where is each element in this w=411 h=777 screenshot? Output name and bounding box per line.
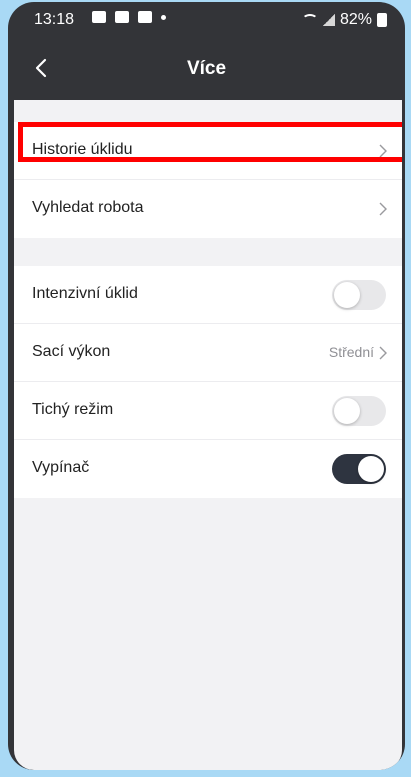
highlight-box xyxy=(18,122,402,162)
battery-percent: 82% xyxy=(339,11,372,28)
quiet-mode-row: Tichý režim xyxy=(14,382,402,440)
find-robot-row[interactable]: Vyhledat robota xyxy=(14,180,402,238)
settings-content: Historie úklidu Vyhledat robota Intenziv… xyxy=(14,100,402,770)
page-title: Více xyxy=(186,58,227,79)
notification-icons xyxy=(92,11,166,23)
battery-icon xyxy=(377,13,387,27)
mail-notification-icon xyxy=(138,11,152,23)
quiet-mode-toggle[interactable] xyxy=(332,396,386,426)
toggle-knob xyxy=(334,282,360,308)
chevron-right-icon xyxy=(379,202,387,216)
suction-power-label: Sací výkon xyxy=(32,343,111,360)
power-switch-toggle[interactable] xyxy=(332,454,386,484)
power-switch-row: Vypínač xyxy=(14,440,402,498)
intensive-cleaning-label: Intenzivní úklid xyxy=(32,285,138,302)
wifi-icon xyxy=(301,14,318,26)
find-robot-label: Vyhledat robota xyxy=(32,199,144,216)
status-right: 82% xyxy=(301,11,387,29)
message-notification-icon xyxy=(115,11,129,23)
status-time: 13:18 xyxy=(34,11,75,28)
chevron-right-icon xyxy=(379,346,387,360)
phone-frame: 13:18 82% Více Historie úklidu Vyhledat … xyxy=(8,2,405,770)
group-separator xyxy=(14,238,402,266)
toggle-knob xyxy=(358,456,384,482)
settings-group-2: Intenzivní úklid Sací výkon Střední Tich… xyxy=(14,266,402,498)
quiet-mode-label: Tichý režim xyxy=(32,401,114,418)
toggle-knob xyxy=(334,398,360,424)
top-spacer xyxy=(14,100,402,122)
image-notification-icon xyxy=(92,11,106,23)
more-notifications-dot-icon xyxy=(161,14,166,20)
power-switch-label: Vypínač xyxy=(32,459,90,476)
status-bar: 13:18 82% xyxy=(8,2,405,38)
suction-power-row[interactable]: Sací výkon Střední xyxy=(14,324,402,382)
intensive-cleaning-toggle[interactable] xyxy=(332,280,386,310)
navigation-bar: Více xyxy=(8,38,405,100)
signal-icon xyxy=(322,14,335,26)
suction-power-value: Střední xyxy=(328,344,374,360)
intensive-cleaning-row: Intenzivní úklid xyxy=(14,266,402,324)
